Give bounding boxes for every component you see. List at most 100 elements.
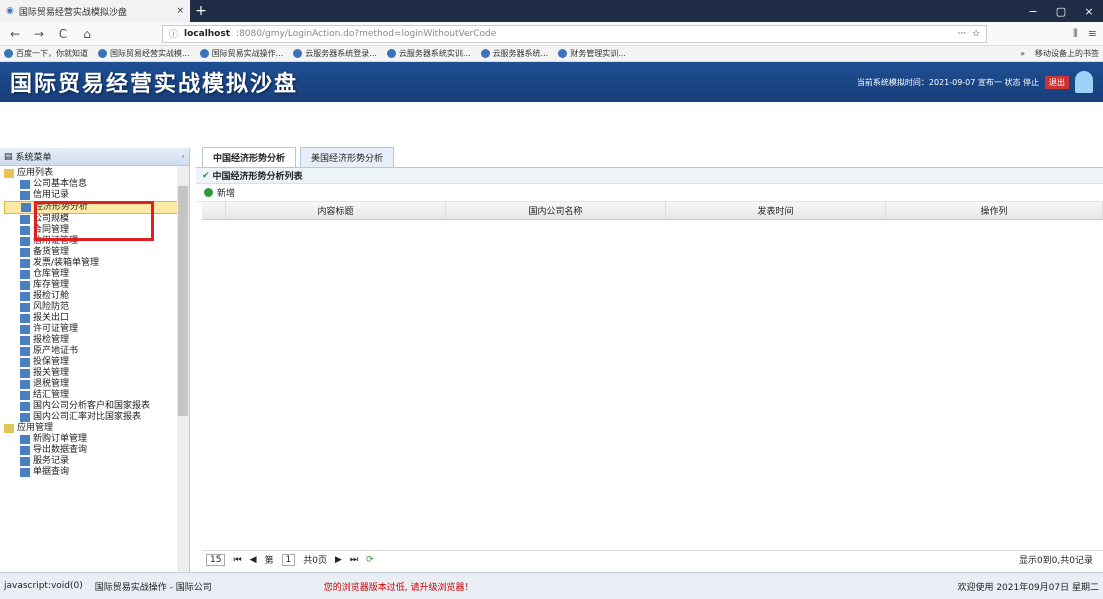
sidebar-item[interactable]: 许可证管理 <box>4 324 185 335</box>
tab-china-economy[interactable]: 中国经济形势分析 <box>202 147 297 167</box>
bookmark-item[interactable]: 云服务器系统... <box>480 48 548 59</box>
collapse-icon[interactable]: ‹ <box>181 152 185 162</box>
close-tab-icon[interactable]: × <box>176 6 184 16</box>
bookmark-item[interactable]: 云服务器系统登录... <box>293 48 377 59</box>
grid-header: 内容标题 国内公司名称 发表时间 操作列 <box>202 202 1103 220</box>
page-icon <box>20 281 30 290</box>
bookmark-item[interactable]: 财务管理实训... <box>558 48 626 59</box>
new-tab-button[interactable]: + <box>190 0 212 22</box>
forward-button[interactable]: → <box>30 27 48 41</box>
mobile-bookmarks[interactable]: 移动设备上的书签 <box>1035 48 1099 59</box>
first-page-button[interactable]: ⏮ <box>233 555 241 565</box>
main-content: 中国经济形势分析 美国经济形势分析 ✔ 中国经济形势分析列表 新增 内容标题 国… <box>196 147 1103 572</box>
url-host: localhost <box>184 28 231 39</box>
sidebar-item-label: 单据查询 <box>33 467 70 477</box>
browser-tab[interactable]: ◉ 国际贸易经营实战模拟沙盘 × <box>0 0 190 22</box>
sidebar-item[interactable]: 仓库管理 <box>4 269 185 280</box>
maximize-button[interactable]: ▢ <box>1047 0 1075 22</box>
toolbar-icons: ⫴ ≡ <box>1073 27 1097 41</box>
address-bar[interactable]: ⓘ localhost :8080/gmy/LoginAction.do?met… <box>162 24 988 43</box>
column-header[interactable]: 发表时间 <box>666 202 886 219</box>
bookmarks-more[interactable]: » <box>1020 49 1025 58</box>
sidebar-item[interactable]: 库存管理 <box>4 280 185 291</box>
bookmark-icon <box>480 49 490 58</box>
bookmark-icon <box>199 49 209 58</box>
status-date: 欢迎使用 2021年09月07日 星期二 <box>957 582 1099 593</box>
sidebar-item[interactable]: 发票/装箱单管理 <box>4 258 185 269</box>
tab-us-economy[interactable]: 美国经济形势分析 <box>300 147 395 167</box>
page-icon <box>20 468 30 477</box>
page-size-select[interactable]: 15 <box>206 553 226 566</box>
sidebar-item[interactable]: 单据查询 <box>4 467 185 478</box>
sidebar-item-label: 报关出口 <box>33 313 70 323</box>
exit-button[interactable]: 退出 <box>1045 75 1069 89</box>
sidebar-item[interactable]: 结汇管理 <box>4 390 185 401</box>
home-button[interactable]: ⌂ <box>78 27 96 41</box>
app-logo: 国际贸易经营实战模拟沙盘 <box>10 72 299 97</box>
sidebar-item[interactable]: 国内公司汇率对比国家报表 <box>4 412 185 423</box>
sidebar-title: 系统菜单 <box>15 153 52 163</box>
close-window-button[interactable]: × <box>1075 0 1103 22</box>
sidebar-item-label: 服务记录 <box>33 456 70 466</box>
bookmark-item[interactable]: 百度一下，你就知道 <box>4 48 88 59</box>
sidebar-item[interactable]: 风险防范 <box>4 302 185 313</box>
sidebar-item[interactable]: 备货管理 <box>4 247 185 258</box>
browser-warning: 您的浏览器版本过低, 请升级浏览器！ <box>323 582 474 593</box>
status-app[interactable]: 国际贸易实战操作 - 国际公司 <box>95 580 212 593</box>
sidebar-item-label: 信用记录 <box>33 190 70 200</box>
bookmark-star-icon[interactable]: ☆ <box>972 29 980 39</box>
browser-tab-strip: ◉ 国际贸易经营实战模拟沙盘 × + − ▢ × <box>0 0 1103 22</box>
scroll-thumb[interactable] <box>178 186 188 416</box>
back-button[interactable]: ← <box>6 27 24 41</box>
page-icon <box>20 336 30 345</box>
bookmark-item[interactable]: 国际贸易经营实战模... <box>98 48 190 59</box>
minimize-button[interactable]: − <box>1019 0 1047 22</box>
last-page-button[interactable]: ⏭ <box>350 555 358 565</box>
page-icon <box>20 248 30 257</box>
sidebar-item[interactable]: 国内公司分析客户和国家报表 <box>4 401 185 412</box>
sidebar-item-label: 仓库管理 <box>33 269 70 279</box>
page-actions-icon[interactable]: ··· <box>957 29 966 39</box>
column-header[interactable]: 国内公司名称 <box>446 202 666 219</box>
sidebar-item[interactable]: 原产地证书 <box>4 346 185 357</box>
sidebar-item-label: 报检管理 <box>33 335 70 345</box>
sidebar-item[interactable]: 应用列表 <box>4 168 185 179</box>
sidebar-item[interactable]: 投保管理 <box>4 357 185 368</box>
sidebar-item[interactable]: 退税管理 <box>4 379 185 390</box>
page-icon <box>20 347 30 356</box>
prev-page-button[interactable]: ◀ <box>250 555 257 565</box>
page-icon <box>20 457 30 466</box>
add-icon[interactable] <box>204 188 213 197</box>
next-page-button[interactable]: ▶ <box>335 555 342 565</box>
sidebar-item[interactable]: 导出数据查询 <box>4 445 185 456</box>
bookmark-item[interactable]: 国际贸易实战操作... <box>199 48 283 59</box>
menu-icon[interactable]: ≡ <box>1088 27 1097 41</box>
add-button[interactable]: 新增 <box>217 186 235 199</box>
sidebar-item[interactable]: 报检订舱 <box>4 291 185 302</box>
sidebar-item-label: 退税管理 <box>33 379 70 389</box>
bookmark-icon <box>4 49 13 58</box>
page-icon <box>20 402 30 411</box>
sidebar-item[interactable]: 应用管理 <box>4 423 185 434</box>
column-header[interactable]: 操作列 <box>886 202 1103 219</box>
refresh-button[interactable]: ⟳ <box>366 555 374 565</box>
sidebar-scrollbar[interactable] <box>177 166 189 572</box>
column-header[interactable]: 内容标题 <box>226 202 446 219</box>
sidebar-item[interactable]: 信用记录 <box>4 190 185 201</box>
sidebar-item[interactable]: 报关出口 <box>4 313 185 324</box>
sidebar-item[interactable]: 报检管理 <box>4 335 185 346</box>
bookmark-item[interactable]: 云服务器系统实训... <box>386 48 471 59</box>
pager-info: 显示0到0,共0记录 <box>1018 556 1093 566</box>
page-number-input[interactable]: 1 <box>281 553 296 566</box>
sidebar-item[interactable]: 公司基本信息 <box>4 179 185 190</box>
sidebar-item[interactable]: 新购订单管理 <box>4 434 185 445</box>
sidebar-item[interactable]: 报关管理 <box>4 368 185 379</box>
reload-button[interactable]: C <box>54 27 72 41</box>
library-icon[interactable]: ⫴ <box>1073 27 1078 41</box>
system-time: 当前系统模拟时间：2021-09-07 宣布一 状态 停止 <box>856 77 1039 87</box>
user-avatar-icon <box>1075 71 1093 93</box>
sidebar-item[interactable]: 服务记录 <box>4 456 185 467</box>
sidebar-item-label: 应用列表 <box>17 168 54 178</box>
page-icon <box>20 303 30 312</box>
page-icon <box>20 435 30 444</box>
